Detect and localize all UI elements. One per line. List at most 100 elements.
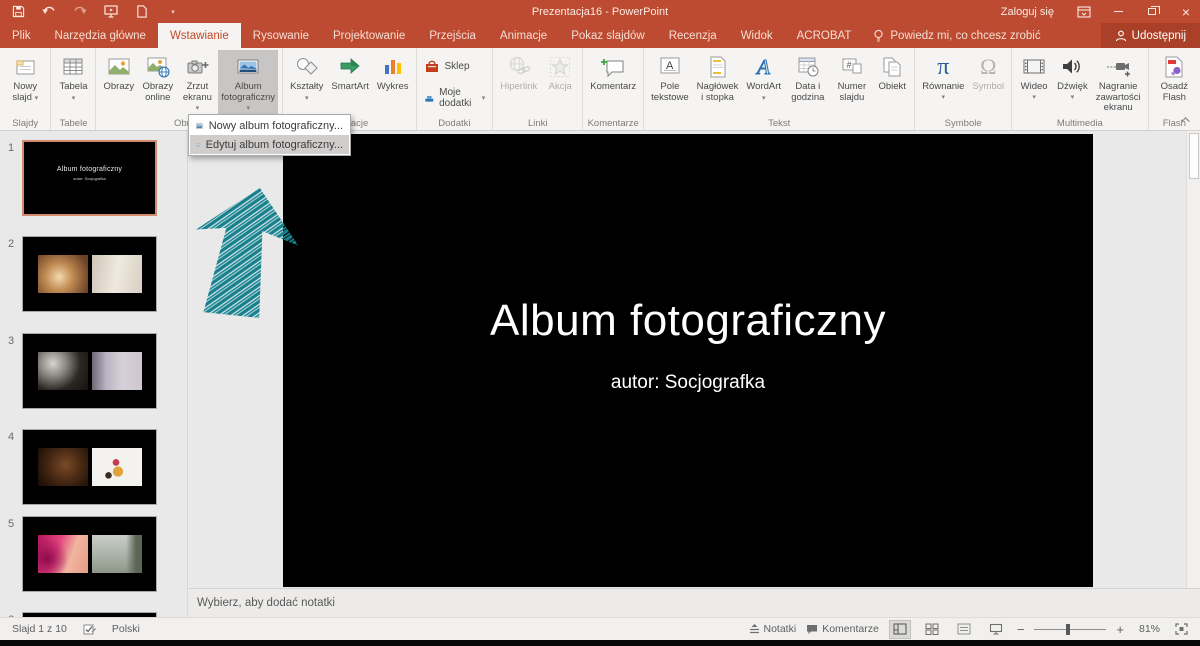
smartart-button[interactable]: SmartArt — [328, 50, 371, 95]
tab-narzedzia-glowne[interactable]: Narzędzia główne — [43, 23, 158, 48]
calendar-clock-icon — [793, 52, 823, 82]
restore-button[interactable] — [1138, 0, 1166, 23]
photo-album-icon — [233, 52, 263, 82]
my-addins-button[interactable]: Moje dodatki ▾ — [420, 85, 490, 111]
reading-view-button[interactable] — [953, 620, 975, 639]
close-button[interactable]: × — [1172, 0, 1200, 23]
slide-number-button[interactable]: # Numer slajdu — [832, 50, 873, 105]
header-footer-icon — [703, 52, 733, 82]
tab-plik[interactable]: Plik — [0, 23, 43, 48]
slide-title-text[interactable]: Album fotograficzny — [490, 296, 886, 346]
undo-icon[interactable] — [41, 4, 57, 20]
wordart-icon: A — [749, 52, 779, 82]
menu-item-edit-photo-album[interactable]: Edytuj album fotograficzny... — [190, 135, 349, 154]
tab-pokaz-slajdow[interactable]: Pokaz slajdów — [559, 23, 657, 48]
shapes-button[interactable]: Kształty ▾ — [287, 50, 326, 106]
textbox-icon: A — [655, 52, 685, 82]
notes-toggle[interactable]: Notatki — [749, 623, 797, 635]
table-button[interactable]: Tabela ▾ — [55, 50, 91, 106]
video-button[interactable]: Wideo ▾ — [1016, 50, 1052, 103]
tab-recenzja[interactable]: Recenzja — [657, 23, 729, 48]
slide-thumbnail-panel: 1 Album fotograficzny autor: Socjografka… — [0, 131, 188, 617]
new-slide-button[interactable]: Nowy slajd ▾ — [4, 50, 46, 106]
pictures-button[interactable]: Obrazy — [100, 50, 137, 95]
customize-qat-caret-icon[interactable]: ▾ — [165, 4, 181, 20]
slideshow-view-button[interactable] — [985, 620, 1007, 639]
screen-recording-button[interactable]: Nagranie zawartości ekranu — [1093, 50, 1144, 116]
zoom-percentage[interactable]: 81% — [1134, 623, 1160, 635]
redo-icon[interactable] — [72, 4, 88, 20]
symbol-button[interactable]: Ω Symbol — [969, 50, 1007, 95]
zoom-out-button[interactable]: − — [1017, 622, 1025, 637]
photo-food — [92, 448, 142, 486]
wordart-button[interactable]: A WordArt ▾ — [743, 50, 784, 106]
chart-button[interactable]: Wykres — [374, 50, 412, 95]
hyperlink-button[interactable]: Hiperlink — [497, 50, 540, 95]
photo-washed — [92, 255, 142, 293]
thumbnail-slide-1-box[interactable]: Album fotograficzny autor: Socjografka — [22, 140, 157, 216]
omega-icon: Ω — [973, 52, 1003, 82]
current-slide[interactable]: Album fotograficzny autor: Socjografka — [283, 134, 1093, 587]
shapes-icon — [292, 52, 322, 82]
slide-sorter-view-button[interactable] — [921, 620, 943, 639]
normal-view-button[interactable] — [889, 620, 911, 639]
photo-album-button[interactable]: Album fotograficzny ▾ — [218, 50, 278, 117]
person-icon — [1115, 30, 1127, 42]
group-multimedia: Wideo ▾ Dźwięk ▾ Nagranie zawartości ekr… — [1012, 48, 1149, 130]
thumbnail-slide-3-box[interactable] — [22, 333, 157, 409]
smartart-icon — [335, 52, 365, 82]
fit-slide-to-window-button[interactable] — [1170, 620, 1192, 639]
textbox-button[interactable]: A Pole tekstowe — [648, 50, 692, 105]
tab-rysowanie[interactable]: Rysowanie — [241, 23, 321, 48]
spellcheck-icon[interactable] — [83, 623, 96, 636]
tab-acrobat[interactable]: ACROBAT — [785, 23, 864, 48]
share-button[interactable]: Udostępnij — [1101, 23, 1200, 48]
photo-portrait — [38, 352, 88, 390]
audio-button[interactable]: Dźwięk ▾ — [1054, 50, 1091, 103]
action-button[interactable]: Akcja — [542, 50, 578, 95]
tab-wstawianie[interactable]: Wstawianie — [158, 23, 241, 48]
tab-widok[interactable]: Widok — [729, 23, 785, 48]
store-button[interactable]: Sklep — [420, 56, 490, 76]
tab-przejscia[interactable]: Przejścia — [417, 23, 488, 48]
start-slideshow-icon[interactable] — [103, 4, 119, 20]
camera-icon — [182, 52, 212, 82]
sign-in-link[interactable]: Zaloguj się — [1001, 6, 1054, 18]
tab-animacje[interactable]: Animacje — [488, 23, 559, 48]
menu-item-new-photo-album[interactable]: Nowy album fotograficzny... — [190, 116, 349, 135]
zoom-slider[interactable] — [1034, 629, 1106, 630]
comment-button[interactable]: Komentarz — [587, 50, 639, 95]
thumbnail-slide-5-box[interactable] — [22, 516, 157, 592]
slide-subtitle-text[interactable]: autor: Socjografka — [611, 372, 765, 394]
collapse-ribbon-icon[interactable] — [1180, 114, 1194, 126]
zoom-in-button[interactable]: + — [1116, 622, 1124, 637]
thumbnail-slide-2-box[interactable] — [22, 236, 157, 312]
header-footer-button[interactable]: Nagłówek i stopka — [694, 50, 742, 105]
notes-pane[interactable]: Wybierz, aby dodać notatki — [189, 588, 1200, 617]
zoom-slider-thumb[interactable] — [1066, 624, 1070, 635]
scrollbar-thumb[interactable] — [1189, 133, 1199, 179]
tab-projektowanie[interactable]: Projektowanie — [321, 23, 417, 48]
ribbon: Nowy slajd ▾ Slajdy Tabela ▾ Tabele Obra… — [0, 48, 1200, 131]
group-symbole: π Równanie ▾ Ω Symbol Symbole — [915, 48, 1012, 130]
group-komentarze: Komentarz Komentarze — [583, 48, 644, 130]
date-time-button[interactable]: Data i godzina — [786, 50, 830, 105]
photo-coffee — [38, 448, 88, 486]
comments-toggle[interactable]: Komentarze — [806, 623, 879, 635]
svg-text:#: # — [846, 60, 851, 70]
minimize-button[interactable] — [1104, 0, 1132, 23]
language-indicator[interactable]: Polski — [112, 623, 140, 635]
tell-me-box[interactable]: Powiedz mi, co chcesz zrobić — [863, 23, 1050, 48]
online-pictures-button[interactable]: Obrazy online — [139, 50, 176, 105]
object-button[interactable]: Obiekt — [874, 50, 910, 95]
table-icon — [58, 52, 88, 82]
thumbnail-slide-4-box[interactable] — [22, 429, 157, 505]
new-document-icon[interactable] — [134, 4, 150, 20]
photo-forest — [92, 535, 142, 573]
equation-button[interactable]: π Równanie ▾ — [919, 50, 967, 103]
save-icon[interactable] — [10, 4, 26, 20]
embed-flash-button[interactable]: Osadź Flash — [1153, 50, 1196, 105]
ribbon-display-options-icon[interactable] — [1070, 0, 1098, 23]
screenshot-button[interactable]: Zrzut ekranu ▾ — [178, 50, 216, 117]
vertical-scrollbar[interactable] — [1186, 131, 1200, 588]
